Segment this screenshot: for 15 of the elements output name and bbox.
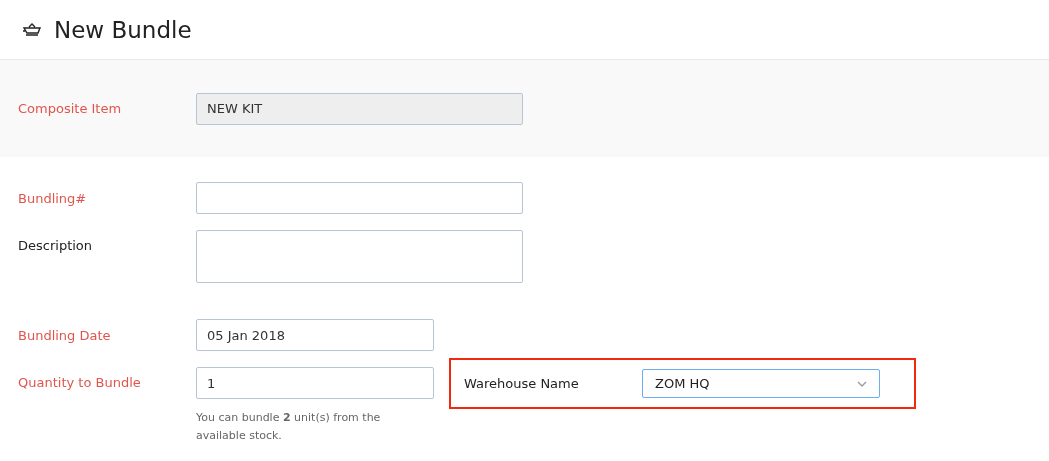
field-label: Bundling Date [17, 327, 112, 343]
warehouse-select[interactable]: ZOM HQ [642, 369, 880, 398]
help-text: You can bundle 2 unit(s) from the available stock. [196, 410, 382, 444]
chevron-down-icon [857, 380, 867, 387]
quantity-field[interactable]: 1 [196, 367, 434, 399]
field-label: Composite Item [17, 101, 123, 116]
description-field[interactable] [196, 230, 523, 283]
basket-icon [22, 21, 42, 38]
field-label: Bundling# [17, 190, 88, 206]
date-field[interactable]: 05 Jan 2018 [196, 319, 434, 351]
field-label: Quantity to Bundle [17, 375, 142, 390]
page-title: New Bundle [54, 16, 192, 43]
field-label: Description [17, 238, 94, 253]
field-label: Warehouse Name [463, 376, 580, 391]
input-field[interactable] [196, 182, 523, 214]
